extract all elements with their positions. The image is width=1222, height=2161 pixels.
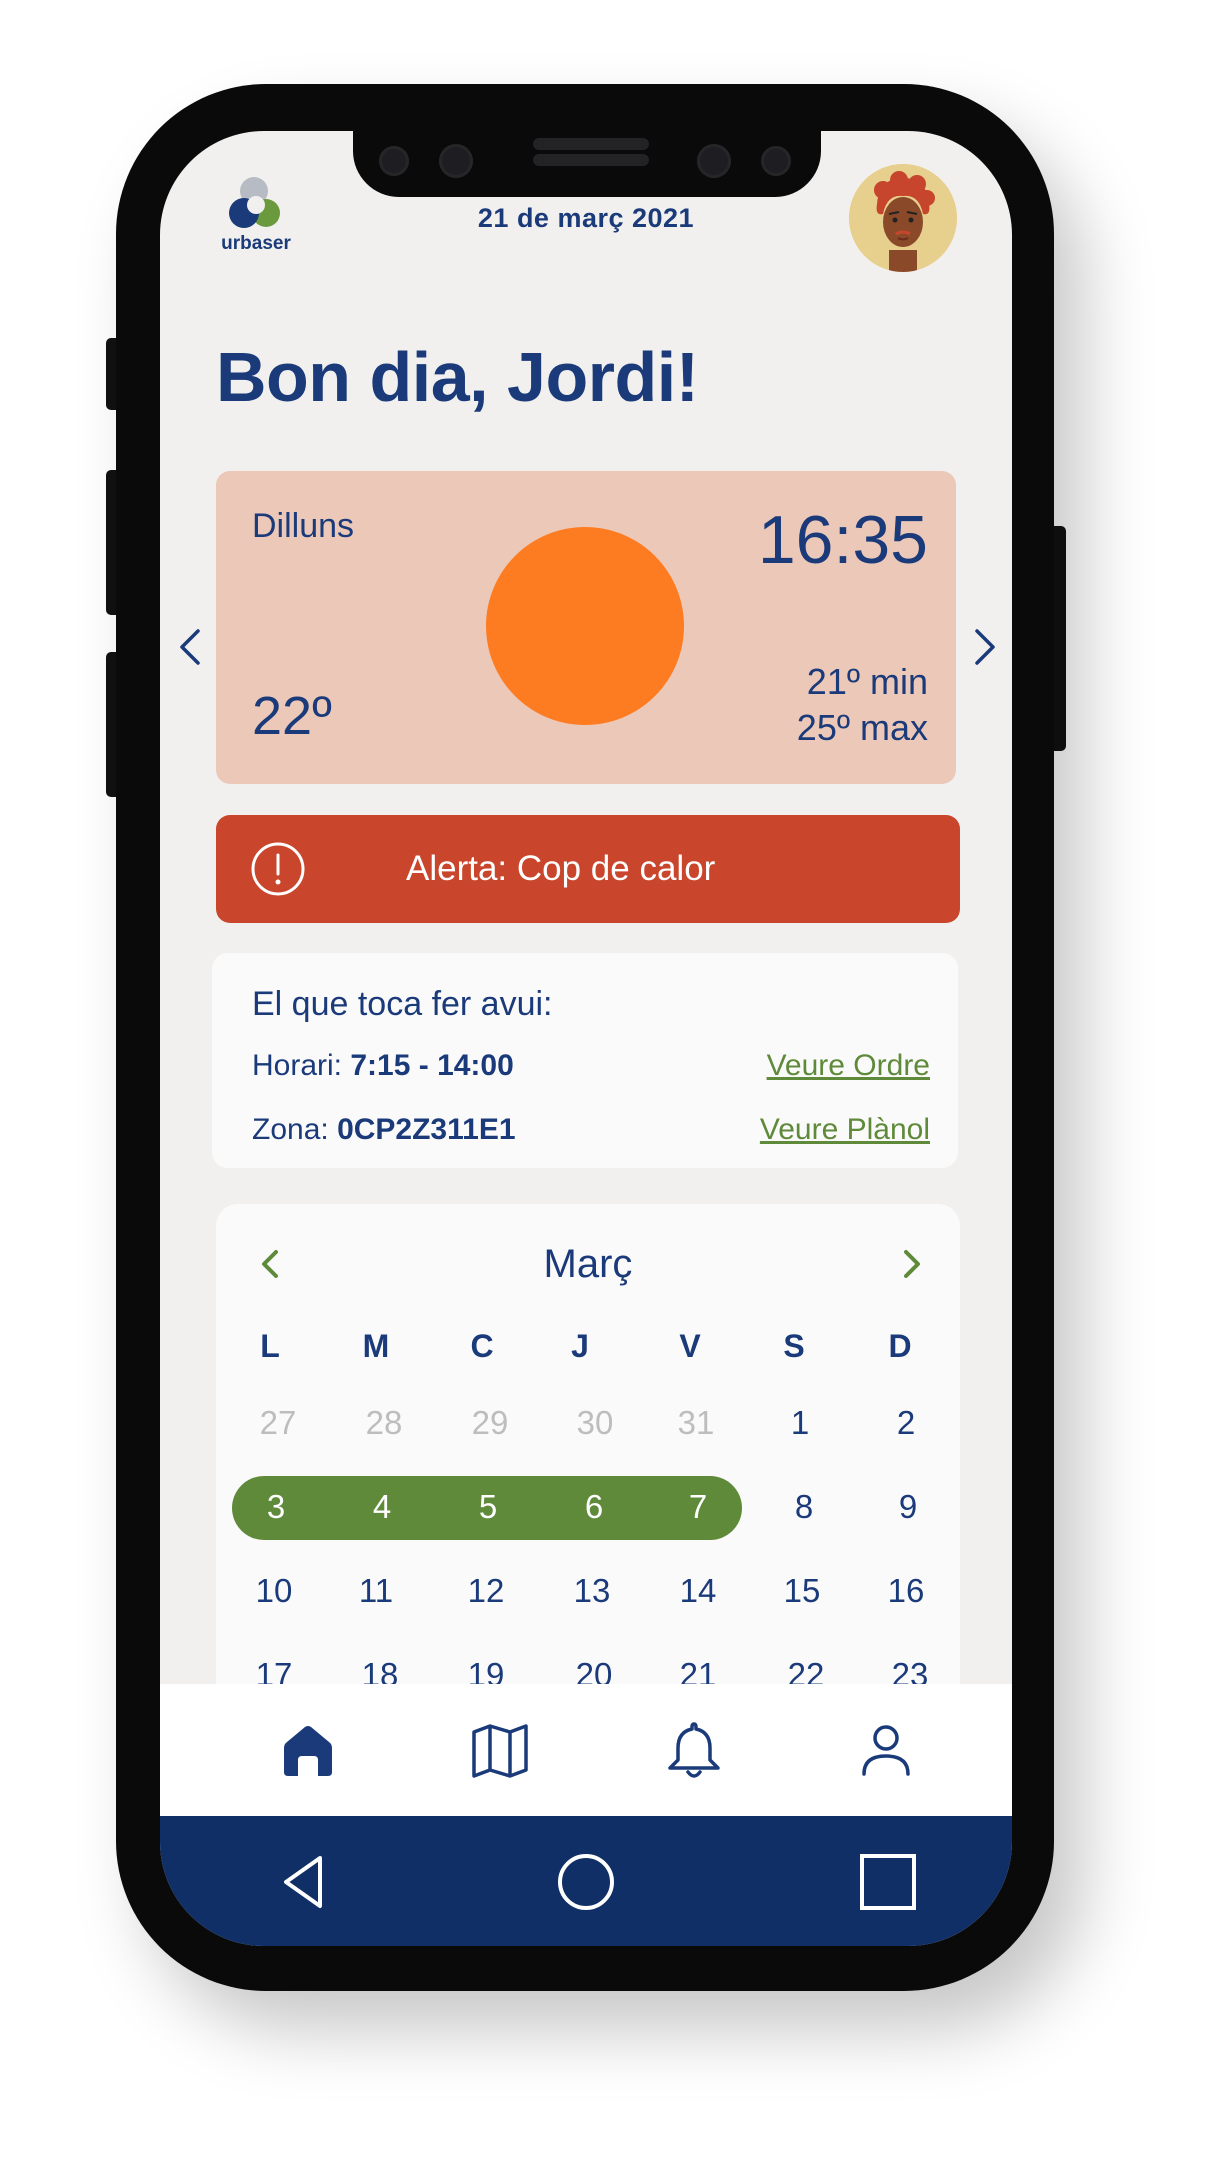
back-triangle-icon[interactable] [274, 1850, 338, 1914]
calendar-day[interactable]: 8 [764, 1488, 844, 1526]
weekday-header: C [470, 1328, 494, 1364]
calendar-day[interactable]: 14 [658, 1572, 738, 1610]
weather-max: 25º max [796, 707, 928, 748]
logo-text: urbaser [221, 233, 291, 254]
home-circle-icon[interactable] [554, 1850, 618, 1914]
weekday-header: S [783, 1328, 805, 1364]
map-icon[interactable] [468, 1718, 532, 1782]
calendar-day[interactable]: 30 [555, 1404, 635, 1442]
weather-card: Dilluns 16:35 22º 21º min 25º max [216, 471, 956, 784]
avatar-face-icon [849, 164, 957, 272]
user-icon[interactable] [854, 1718, 918, 1782]
calendar-day[interactable]: 2 [866, 1404, 946, 1442]
zone-label: Zona: [252, 1113, 329, 1146]
zone-value: 0CP2Z311E1 [337, 1113, 516, 1146]
urbaser-logo: urbaser [216, 173, 296, 257]
calendar-day[interactable]: 1 [760, 1404, 840, 1442]
weekday-header: M [362, 1328, 390, 1364]
header-date: 21 de març 2021 [477, 203, 695, 233]
view-map-link[interactable]: Veure Plànol [760, 1113, 930, 1147]
prev-day-chevron-icon[interactable] [170, 617, 210, 677]
bell-icon[interactable] [662, 1718, 726, 1782]
logo-mark-icon [229, 177, 280, 228]
calendar-day-selected[interactable]: 5 [448, 1488, 528, 1526]
calendar-day-selected[interactable]: 3 [236, 1488, 316, 1526]
weekday-header: D [888, 1328, 912, 1364]
power-button [1052, 526, 1066, 751]
calendar-day-selected[interactable]: 6 [554, 1488, 634, 1526]
recents-square-icon[interactable] [856, 1850, 920, 1914]
next-day-chevron-icon[interactable] [965, 617, 1005, 677]
schedule-row: Horari: 7:15 - 14:00 [252, 1049, 514, 1083]
next-month-chevron-icon[interactable] [896, 1244, 926, 1284]
weather-time: 16:35 [757, 502, 928, 578]
phone-notch [353, 131, 821, 197]
schedule-label: Horari: [252, 1049, 343, 1082]
calendar-day[interactable]: 9 [868, 1488, 948, 1526]
tasks-title: El que toca fer avui: [252, 985, 553, 1023]
weather-day: Dilluns [252, 507, 355, 545]
calendar-day[interactable]: 15 [762, 1572, 842, 1610]
calendar: Març L M C J V S D 27 28 29 30 31 1 2 3 … [216, 1204, 960, 1764]
calendar-day-selected[interactable]: 7 [658, 1488, 738, 1526]
schedule-value: 7:15 - 14:00 [350, 1049, 514, 1082]
weather-temperature: 22º [252, 686, 332, 746]
weather-min-max: 21º min 25º max [797, 659, 928, 751]
calendar-day[interactable]: 29 [450, 1404, 530, 1442]
calendar-day[interactable]: 27 [238, 1404, 318, 1442]
calendar-day[interactable]: 13 [552, 1572, 632, 1610]
weekday-header: J [571, 1328, 589, 1364]
home-icon[interactable] [276, 1718, 340, 1782]
phone-screen: urbaser 21 de març 2021 Bon dia, Jordi! … [160, 131, 1012, 1946]
weather-min: 21º min [806, 661, 928, 702]
zone-row: Zona: 0CP2Z311E1 [252, 1113, 516, 1147]
weekday-header: V [679, 1328, 701, 1364]
calendar-day[interactable]: 28 [344, 1404, 424, 1442]
alert-exclamation-icon [251, 842, 305, 896]
calendar-day[interactable]: 12 [446, 1572, 526, 1610]
calendar-day[interactable]: 31 [656, 1404, 736, 1442]
heat-alert-banner[interactable]: Alerta: Cop de calor [216, 815, 960, 923]
view-order-link[interactable]: Veure Ordre [767, 1049, 930, 1083]
alert-text: Alerta: Cop de calor [406, 849, 716, 888]
weekday-header: L [260, 1328, 280, 1364]
bottom-tab-bar [160, 1684, 1012, 1816]
greeting-title: Bon dia, Jordi! [216, 338, 699, 416]
calendar-day-selected[interactable]: 4 [342, 1488, 422, 1526]
calendar-day[interactable]: 10 [234, 1572, 314, 1610]
system-navigation-bar [160, 1816, 1012, 1946]
calendar-day[interactable]: 16 [866, 1572, 946, 1610]
calendar-month: Març [543, 1242, 633, 1286]
avatar[interactable] [849, 164, 957, 272]
sun-icon [486, 527, 684, 725]
calendar-day[interactable]: 11 [336, 1572, 416, 1610]
today-tasks-card: El que toca fer avui: Horari: 7:15 - 14:… [212, 953, 958, 1168]
